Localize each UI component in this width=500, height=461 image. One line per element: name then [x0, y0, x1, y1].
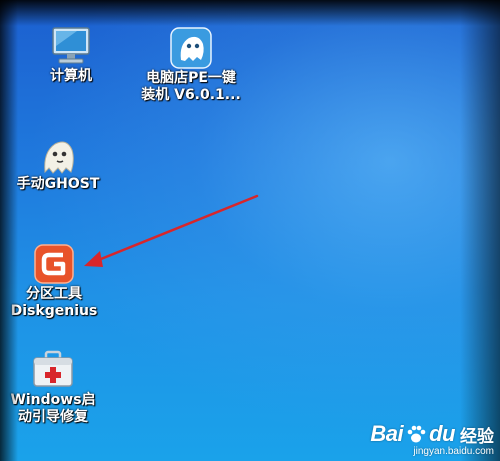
watermark-suffix: 经验: [460, 426, 494, 446]
watermark-brand-end: du: [429, 421, 455, 446]
photo-vignette: [0, 0, 18, 461]
baidu-jingyan-watermark: Bai du 经验 jingyan.baidu.com: [370, 421, 494, 457]
paw-icon: [407, 425, 426, 443]
photo-vignette: [0, 0, 500, 26]
watermark-brand: Bai: [370, 421, 404, 446]
photo-vignette: [460, 0, 500, 461]
red-arrow-annotation: [84, 194, 259, 267]
watermark-url: jingyan.baidu.com: [413, 446, 494, 457]
